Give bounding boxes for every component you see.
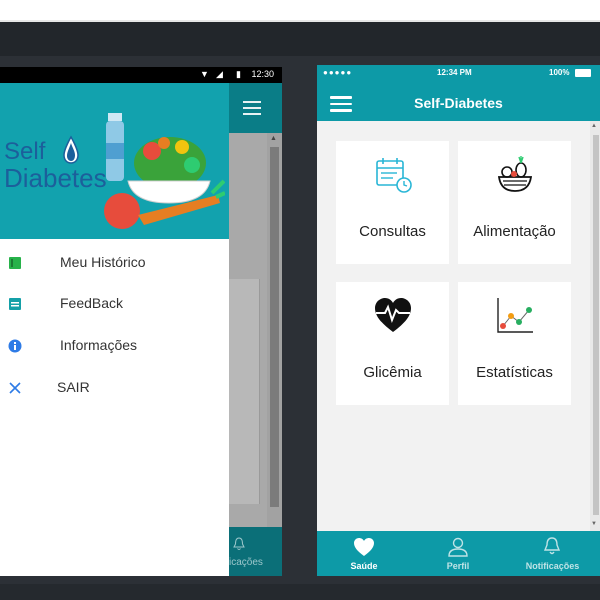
menu-item-label: FeedBack bbox=[60, 295, 124, 311]
bell-icon[interactable] bbox=[233, 537, 245, 551]
tile-label: Consultas bbox=[359, 223, 426, 240]
healthy-food-illustration bbox=[104, 113, 225, 229]
android-content-card bbox=[229, 279, 260, 504]
tile-estatisticas[interactable]: Estatísticas bbox=[458, 282, 571, 405]
menu-item-sair[interactable]: SAIR bbox=[0, 368, 229, 408]
signal-dots: ●●●●● bbox=[323, 68, 353, 77]
android-status-time: 12:30 bbox=[251, 69, 274, 79]
heart-icon bbox=[354, 538, 374, 556]
app-title: Self-Diabetes bbox=[414, 95, 503, 111]
signal-icon: ◢ bbox=[216, 69, 223, 79]
ios-status-bar: ●●●●● 12:34 PM 100% bbox=[317, 65, 600, 83]
menu-item-informacoes[interactable]: Informações bbox=[0, 326, 229, 366]
close-icon bbox=[9, 382, 21, 394]
page-footer-bar bbox=[0, 584, 600, 600]
tab-saude[interactable]: Saúde bbox=[317, 531, 411, 576]
person-icon bbox=[448, 537, 468, 557]
tab-label: Perfil bbox=[446, 561, 470, 571]
calendar-clock-icon bbox=[376, 158, 412, 193]
menu-item-label: SAIR bbox=[57, 379, 90, 395]
android-screen: ▼ ◢ ▮ 12:30 ▲ ▼ icações Self Diabetes bbox=[0, 67, 282, 576]
drawer-header: Self Diabetes bbox=[0, 83, 229, 239]
teal-book-icon bbox=[9, 298, 21, 310]
tile-label: Alimentação bbox=[473, 223, 556, 240]
battery-icon: ▮ bbox=[236, 69, 241, 79]
tile-alimentacao[interactable]: Alimentação bbox=[458, 141, 571, 264]
tab-perfil[interactable]: Perfil bbox=[411, 531, 505, 576]
tile-consultas[interactable]: Consultas bbox=[336, 141, 449, 264]
logo-text-self: Self bbox=[4, 138, 46, 165]
nav-notifications-label[interactable]: icações bbox=[229, 557, 263, 568]
logo-text-diabetes: Diabetes bbox=[4, 163, 107, 193]
tab-label: Saúde bbox=[350, 561, 378, 571]
battery-icon bbox=[575, 69, 591, 77]
menu-item-feedback[interactable]: FeedBack bbox=[0, 284, 229, 324]
scroll-thumb[interactable] bbox=[270, 147, 279, 507]
heart-pulse-icon bbox=[375, 298, 411, 332]
tab-bar: Saúde Perfil Notificações bbox=[317, 531, 600, 576]
scroll-up-icon[interactable]: ▲ bbox=[591, 123, 597, 129]
android-status-bar: ▼ ◢ ▮ 12:30 bbox=[0, 67, 282, 83]
fruit-basket-icon bbox=[497, 156, 533, 192]
tab-label: Notificações bbox=[525, 561, 580, 571]
tile-glicemia[interactable]: Glicêmia bbox=[336, 282, 449, 405]
iphone-screen: ●●●●● 12:34 PM 100% Self-Diabetes Consul… bbox=[317, 65, 600, 576]
menu-item-label: Meu Histórico bbox=[60, 254, 146, 270]
scroll-down-icon[interactable]: ▼ bbox=[591, 521, 597, 527]
info-icon bbox=[8, 339, 22, 353]
ios-battery-level: 100% bbox=[549, 68, 570, 77]
navigation-drawer: Self Diabetes Meu Histórico FeedBack Inf… bbox=[0, 83, 229, 576]
android-scrollbar[interactable]: ▲ ▼ bbox=[267, 133, 282, 576]
scroll-thumb[interactable] bbox=[593, 135, 599, 515]
android-bottom-nav: icações bbox=[229, 527, 282, 576]
scroll-up-icon[interactable]: ▲ bbox=[270, 135, 277, 142]
green-book-icon bbox=[9, 257, 21, 269]
tile-label: Glicêmia bbox=[363, 364, 422, 381]
app-header: Self-Diabetes bbox=[317, 83, 600, 121]
page-header-bar bbox=[0, 22, 600, 56]
tile-label: Estatísticas bbox=[476, 364, 553, 381]
tab-notificacoes[interactable]: Notificações bbox=[505, 531, 600, 576]
bell-icon bbox=[543, 537, 561, 555]
line-chart-icon bbox=[497, 298, 533, 333]
wifi-icon: ▼ bbox=[200, 69, 209, 79]
water-drop-icon bbox=[63, 135, 79, 164]
menu-icon[interactable] bbox=[243, 101, 261, 115]
menu-item-historico[interactable]: Meu Histórico bbox=[0, 243, 229, 283]
menu-item-label: Informações bbox=[60, 337, 138, 353]
ios-status-time: 12:34 PM bbox=[437, 68, 472, 77]
browser-top-bar bbox=[0, 0, 600, 20]
ios-scrollbar[interactable]: ▲ ▼ bbox=[590, 121, 600, 531]
